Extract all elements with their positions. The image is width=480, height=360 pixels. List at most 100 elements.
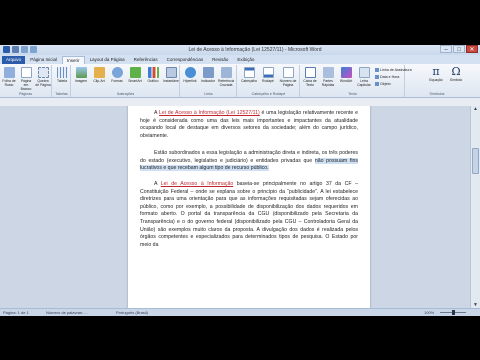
screen: Lei de Acesso à Informação (Lei 12527/11… [0,0,480,360]
page-number-icon [282,67,294,78]
save-icon[interactable] [12,46,19,53]
group-symbols-label: Símbolos [429,92,445,96]
footer-icon [262,67,274,78]
law-link-1[interactable]: Lei de Acesso à Informação (Lei 12527/11… [159,110,260,116]
tab-review[interactable]: Revisão [208,56,232,64]
tab-insert[interactable]: Inserir [62,56,85,64]
ribbon-tabs: Arquivo Página Inicial Inserir Layout da… [0,55,480,64]
cover-page-icon [3,67,15,78]
bookmark-icon [202,67,214,78]
ribbon: Folha de Rosto Página em Branco Quebra d… [0,64,480,98]
header-label: Cabeçalho [241,79,257,83]
cross-reference-button[interactable]: Referência Cruzada [218,66,234,91]
screenshot-label: Instantâneo [163,79,179,83]
tab-mailings[interactable]: Correspondências [163,56,208,64]
blank-page-button[interactable]: Página em Branco [18,66,34,91]
picture-icon [75,67,87,78]
paragraph-1[interactable]: A Lei de Acesso à Informação (Lei 12527/… [140,110,358,140]
wordart-button[interactable]: WordArt [338,66,354,91]
letterbox-bottom [0,316,480,360]
header-icon [243,67,255,78]
scrollbar-thumb[interactable] [472,148,479,174]
group-text-label: Texto [348,92,357,96]
minimize-button[interactable]: – [440,45,452,53]
zoom-slider-knob[interactable] [452,310,455,315]
scroll-up-icon[interactable]: ▲ [472,106,479,112]
tab-view[interactable]: Exibição [233,56,258,64]
signature-line-icon [375,68,379,72]
object-label: Objeto [380,82,391,86]
tab-home[interactable]: Página Inicial [26,56,61,64]
title-bar: Lei de Acesso à Informação (Lei 12527/11… [0,45,480,55]
symbol-label: Símbolo [449,78,463,82]
header-button[interactable]: Cabeçalho [241,66,257,91]
symbol-button[interactable]: Ω Símbolo [448,66,464,91]
smartart-button[interactable]: SmartArt [127,66,143,91]
group-links: Hiperlink Indicador Referência Cruzada L… [181,65,237,97]
tab-references[interactable]: Referências [130,56,162,64]
redo-icon[interactable] [30,46,37,53]
undo-icon[interactable] [21,46,28,53]
chart-label: Gráfico [147,79,159,83]
table-label: Tabela [57,79,67,83]
screenshot-button[interactable]: Instantâneo [163,66,179,91]
close-button[interactable]: ✕ [466,45,478,53]
paragraph-3[interactable]: A Lei de Acesso à Informação baseia-se p… [140,181,358,249]
cover-page-button[interactable]: Folha de Rosto [1,66,17,91]
status-bar: Página: 1 de 1 Número de palavras: ... P… [0,308,480,316]
table-icon [56,67,68,78]
hyperlink-label: Hiperlink [183,79,197,83]
quick-access-toolbar [3,46,37,54]
cross-reference-label: Referência Cruzada [218,79,234,87]
object-button[interactable]: Objeto [375,81,391,87]
law-link-2[interactable]: Lei de Acesso à Informação [161,181,233,187]
date-time-button[interactable]: Data e Hora [375,74,399,80]
drop-cap-button[interactable]: Letra Capitular [356,66,372,91]
hyperlink-icon [184,67,196,78]
vertical-scrollbar[interactable]: ▲ ▼ [470,106,480,308]
footer-button[interactable]: Rodapé [260,66,276,91]
tab-page-layout[interactable]: Layout da Página [86,56,129,64]
bookmark-button[interactable]: Indicador [200,66,216,91]
document-page[interactable]: A Lei de Acesso à Informação (Lei 12527/… [128,106,370,308]
page-break-icon [37,67,49,78]
quick-parts-button[interactable]: Partes Rápidas [320,66,336,91]
group-links-label: Links [204,92,213,96]
group-text: Caixa de Texto Partes Rápidas WordArt Le… [301,65,412,97]
cross-reference-icon [220,67,232,78]
group-symbols: π Equação Ω Símbolo Símbolos [406,65,468,97]
text-box-button[interactable]: Caixa de Texto [302,66,318,91]
shapes-button[interactable]: Formas [109,66,125,91]
document-area[interactable]: A Lei de Acesso à Informação (Lei 12527/… [0,106,470,308]
window-title: Lei de Acesso à Informação (Lei 12527/11… [188,47,322,53]
equation-button[interactable]: π Equação [428,66,444,91]
page-number-button[interactable]: Número de Página [279,66,297,91]
picture-label: Imagem [74,79,88,83]
wordart-icon [340,67,352,78]
blank-page-icon [20,67,32,78]
group-tables-label: Tabelas [55,92,68,96]
hyperlink-button[interactable]: Hiperlink [182,66,198,91]
date-time-label: Data e Hora [380,75,400,79]
group-header-footer-label: Cabeçalho e Rodapé [251,92,286,96]
chart-button[interactable]: Gráfico [145,66,161,91]
word-app-icon[interactable] [3,46,10,53]
quick-parts-icon [322,67,334,78]
window-controls: – □ ✕ [440,45,478,53]
maximize-button[interactable]: □ [453,45,465,53]
group-illustrations-label: Ilustrações [116,92,135,96]
bookmark-label: Indicador [201,79,215,83]
table-button[interactable]: Tabela [54,66,70,91]
chart-icon [147,67,159,78]
group-pages: Folha de Rosto Página em Branco Quebra d… [0,65,52,97]
paragraph-2[interactable]: Estão subordinados a essa legislação a a… [140,150,358,173]
page-break-button[interactable]: Quebra de Página [35,66,51,91]
date-time-icon [375,75,379,79]
tab-file[interactable]: Arquivo [2,56,26,64]
paragraph-3-pre: A [154,181,161,187]
drop-cap-label: Letra Capitular [357,79,371,87]
wordart-label: WordArt [339,79,353,83]
picture-button[interactable]: Imagem [73,66,89,91]
clip-art-button[interactable]: Clip-Art [91,66,107,91]
object-icon [375,82,379,86]
